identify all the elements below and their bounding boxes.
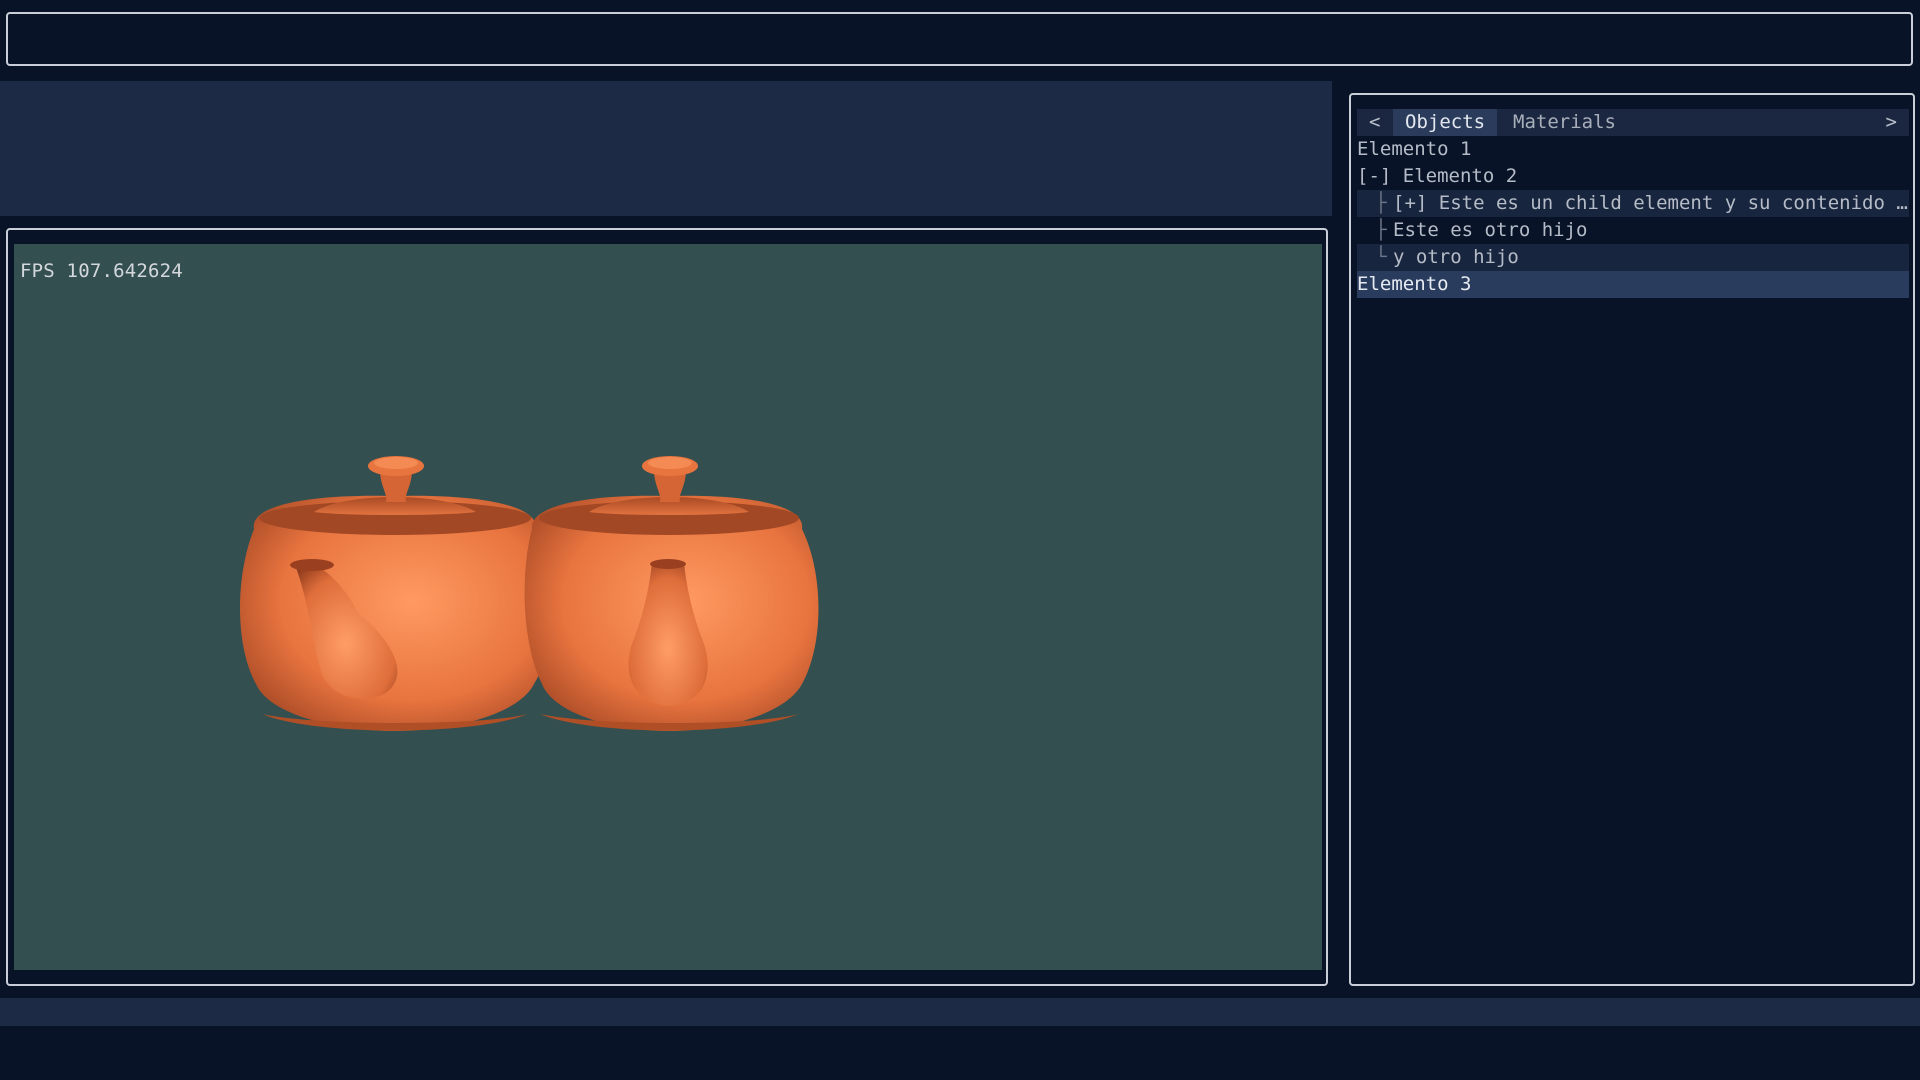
- outliner-tab-bar: < Objects Materials >: [1357, 109, 1909, 136]
- tree-item-label: y otro hijo: [1393, 246, 1519, 268]
- object-tree: Elemento 1 [-] Elemento 2 ├ [+] Este es u…: [1357, 136, 1909, 298]
- 3d-viewport[interactable]: FPS 107.642624: [14, 244, 1322, 970]
- tab-prev-arrow-icon[interactable]: <: [1369, 111, 1380, 133]
- tree-guide-icon: └: [1375, 246, 1387, 268]
- tree-item-elemento-2[interactable]: [-] Elemento 2: [1357, 163, 1909, 190]
- teapot-left: [240, 456, 554, 731]
- tree-item-elemento-1[interactable]: Elemento 1: [1357, 136, 1909, 163]
- tab-objects[interactable]: Objects: [1393, 109, 1498, 136]
- fps-counter: FPS 107.642624: [20, 260, 183, 282]
- collapse-toggle-icon[interactable]: [-]: [1357, 165, 1403, 187]
- tree-item-y-otro-hijo[interactable]: └ y otro hijo: [1357, 244, 1909, 271]
- tree-item-label: Elemento 3: [1357, 273, 1472, 295]
- tab-materials[interactable]: Materials: [1501, 109, 1628, 136]
- tree-item-elemento-3[interactable]: Elemento 3: [1357, 271, 1909, 298]
- teapot-scene: [240, 456, 819, 731]
- tree-item-otro-hijo[interactable]: ├ Este es otro hijo: [1357, 217, 1909, 244]
- tree-item-label: Elemento 2: [1402, 165, 1518, 187]
- expand-toggle-icon[interactable]: [+]: [1393, 192, 1439, 214]
- tree-item-label: Este es un child element y su contenido …: [1438, 192, 1909, 214]
- tree-item-child-element[interactable]: ├ [+] Este es un child element y su conte…: [1357, 190, 1909, 217]
- tab-next-arrow-icon[interactable]: >: [1886, 111, 1897, 133]
- header-panel: [0, 81, 1332, 216]
- tree-guide-icon: ├: [1375, 192, 1387, 214]
- teapot-right: [524, 456, 819, 731]
- viewport-window: FPS 107.642624: [6, 228, 1328, 986]
- status-bar: [0, 998, 1920, 1026]
- tree-guide-icon: ├: [1375, 219, 1387, 241]
- scene-outliner-panel: < Objects Materials > Elemento 1 [-] Ele…: [1349, 93, 1915, 986]
- top-toolbar: [6, 12, 1913, 66]
- tree-item-label: Este es otro hijo: [1393, 219, 1588, 241]
- tree-item-label: Elemento 1: [1357, 138, 1472, 160]
